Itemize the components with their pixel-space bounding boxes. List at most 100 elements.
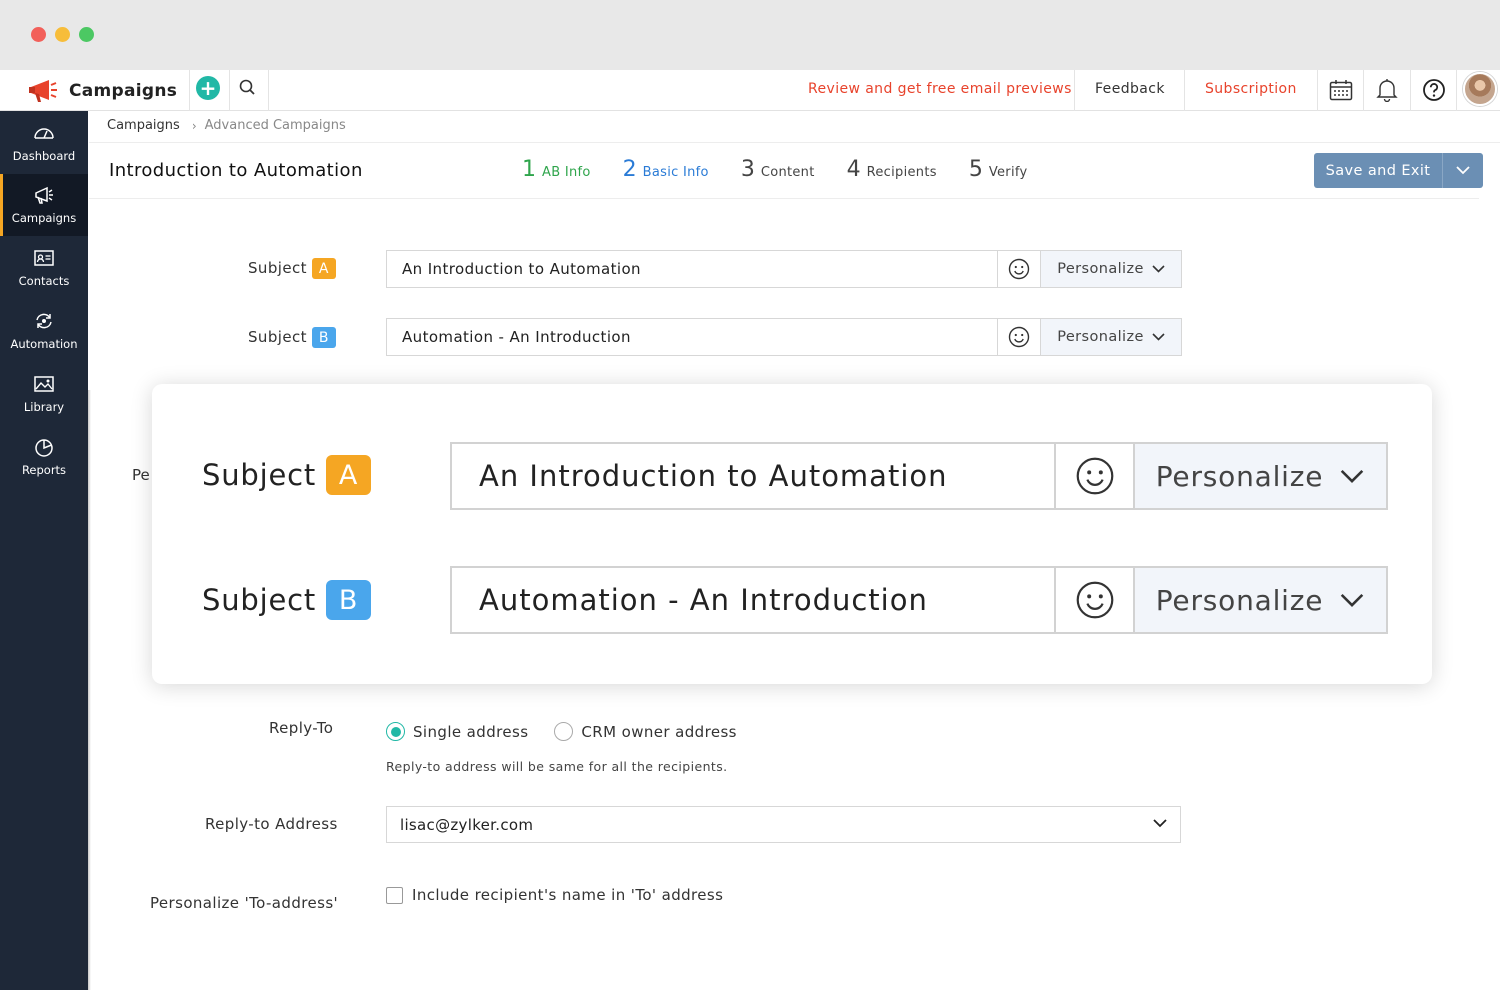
sidebar-item-label: Contacts (18, 274, 70, 288)
sidebar-item-automation[interactable]: Automation (0, 300, 88, 362)
chevron-down-icon (1152, 265, 1165, 273)
step-ab-info[interactable]: 1 AB Info (522, 157, 591, 182)
help-button[interactable] (1420, 76, 1448, 104)
include-recipient-name-checkbox[interactable] (386, 886, 403, 904)
variant-a-badge: A (311, 258, 336, 279)
sidebar-item-contacts[interactable]: Contacts (0, 237, 88, 299)
subject-a-label: Subject A (248, 258, 336, 279)
user-avatar[interactable] (1463, 72, 1497, 106)
sidebar-item-library[interactable]: Library (0, 363, 88, 425)
personalize-dropdown[interactable]: Personalize (1133, 568, 1386, 632)
review-previews-link[interactable]: Review and get free email previews (808, 81, 1072, 97)
step-recipients[interactable]: 4 Recipients (847, 157, 937, 182)
step-content[interactable]: 3 Content (741, 157, 815, 182)
sidebar-item-label: Reports (21, 463, 67, 477)
dashboard-icon (34, 128, 54, 139)
variant-a-badge: A (326, 455, 372, 495)
reply-to-crm-owner-option[interactable]: CRM owner address (554, 722, 736, 741)
breadcrumb: Campaigns › Advanced Campaigns (107, 118, 346, 133)
reply-to-address-select[interactable]: lisac@zylker.com (386, 806, 1181, 843)
create-button[interactable]: + (196, 76, 220, 100)
window-maximize-button[interactable] (79, 27, 94, 42)
step-number: 1 (522, 157, 536, 182)
sidebar-item-dashboard[interactable]: Dashboard (0, 112, 88, 174)
personalize-dropdown[interactable]: Personalize (1040, 319, 1181, 355)
subscription-link[interactable]: Subscription (1205, 81, 1297, 97)
divider (1317, 70, 1318, 111)
checkbox-label: Include recipient's name in 'To' address (412, 886, 724, 904)
sidebar-item-label: Dashboard (12, 149, 76, 163)
sidebar: Dashboard Campaigns Contacts Automation (0, 111, 88, 990)
reply-to-label: Reply-To (269, 719, 334, 737)
feedback-link[interactable]: Feedback (1095, 81, 1165, 97)
covered-label: Pe (132, 466, 150, 484)
reply-to-radio-group: Single address CRM owner address (386, 722, 763, 741)
subject-a-input[interactable]: An Introduction to Automation (387, 251, 997, 287)
selected-value: lisac@zylker.com (400, 815, 534, 834)
save-and-exit-label: Save and Exit (1325, 162, 1431, 179)
step-verify[interactable]: 5 Verify (969, 157, 1028, 182)
divider (229, 70, 230, 111)
megaphone-logo-icon (29, 80, 57, 102)
emoji-button[interactable] (1054, 568, 1133, 632)
subject-label-text: Subject (248, 328, 307, 346)
zoom-callout: Subject A An Introduction to Automation … (152, 384, 1432, 684)
zoom-subject-a-label: Subject A (202, 455, 372, 495)
step-basic-info[interactable]: 2 Basic Info (623, 157, 709, 182)
app-brand[interactable]: Campaigns (29, 76, 177, 106)
radio-label: CRM owner address (581, 722, 737, 741)
smiley-icon (1076, 581, 1113, 619)
zoom-subject-b-label: Subject B (202, 580, 372, 620)
pie-chart-icon (35, 439, 53, 457)
variant-b-badge: B (326, 580, 372, 620)
step-label: Basic Info (642, 165, 709, 180)
zoom-subject-b-field: Automation - An Introduction Personalize (450, 566, 1388, 634)
zoom-subject-a-field: An Introduction to Automation Personaliz… (450, 442, 1388, 510)
include-recipient-name-option[interactable]: Include recipient's name in 'To' address (386, 886, 723, 904)
search-icon[interactable] (238, 78, 258, 98)
subject-b-input[interactable]: Automation - An Introduction (452, 568, 1054, 632)
sidebar-item-label: Automation (10, 337, 78, 351)
emoji-button[interactable] (997, 251, 1040, 287)
step-number: 5 (968, 157, 983, 182)
window-minimize-button[interactable] (55, 27, 70, 42)
page-title: Introduction to Automation (109, 160, 363, 181)
bell-icon (1376, 79, 1398, 102)
personalize-dropdown[interactable]: Personalize (1133, 444, 1386, 508)
breadcrumb-root[interactable]: Campaigns (107, 118, 180, 133)
personalize-dropdown[interactable]: Personalize (1040, 251, 1181, 287)
calendar-button[interactable] (1327, 76, 1355, 104)
smiley-icon (1008, 326, 1030, 348)
megaphone-icon (35, 186, 53, 204)
step-number: 2 (622, 157, 637, 182)
window-close-button[interactable] (31, 27, 46, 42)
emoji-button[interactable] (1054, 444, 1133, 508)
step-label: Recipients (866, 165, 937, 180)
divider (1456, 70, 1457, 111)
chevron-down-icon (1153, 819, 1167, 828)
sidebar-item-reports[interactable]: Reports (0, 426, 88, 488)
step-number: 3 (740, 157, 755, 182)
chevron-down-icon (1341, 593, 1364, 607)
notifications-button[interactable] (1373, 76, 1401, 104)
step-number: 4 (846, 157, 861, 182)
breadcrumb-current: Advanced Campaigns (204, 118, 346, 133)
radio-unselected[interactable] (554, 722, 574, 741)
emoji-button[interactable] (997, 319, 1040, 355)
subject-a-input[interactable]: An Introduction to Automation (452, 444, 1054, 508)
wizard-steps: 1 AB Info 2 Basic Info 3 Content 4 Recip… (522, 157, 1060, 182)
reply-to-single-option[interactable]: Single address (386, 722, 528, 741)
subject-b-input[interactable]: Automation - An Introduction (387, 319, 997, 355)
save-options-dropdown[interactable] (1442, 153, 1483, 188)
divider (89, 198, 1479, 199)
sidebar-item-campaigns[interactable]: Campaigns (0, 174, 88, 236)
save-and-exit-button[interactable]: Save and Exit (1314, 153, 1483, 188)
reply-to-hint: Reply-to address will be same for all th… (386, 759, 728, 774)
automation-icon (36, 313, 52, 329)
divider (189, 70, 190, 111)
sidebar-shadow (88, 390, 91, 990)
calendar-icon (1329, 80, 1353, 101)
step-label: AB Info (542, 165, 591, 180)
reply-to-address-label: Reply-to Address (205, 815, 338, 833)
radio-selected[interactable] (386, 722, 405, 741)
